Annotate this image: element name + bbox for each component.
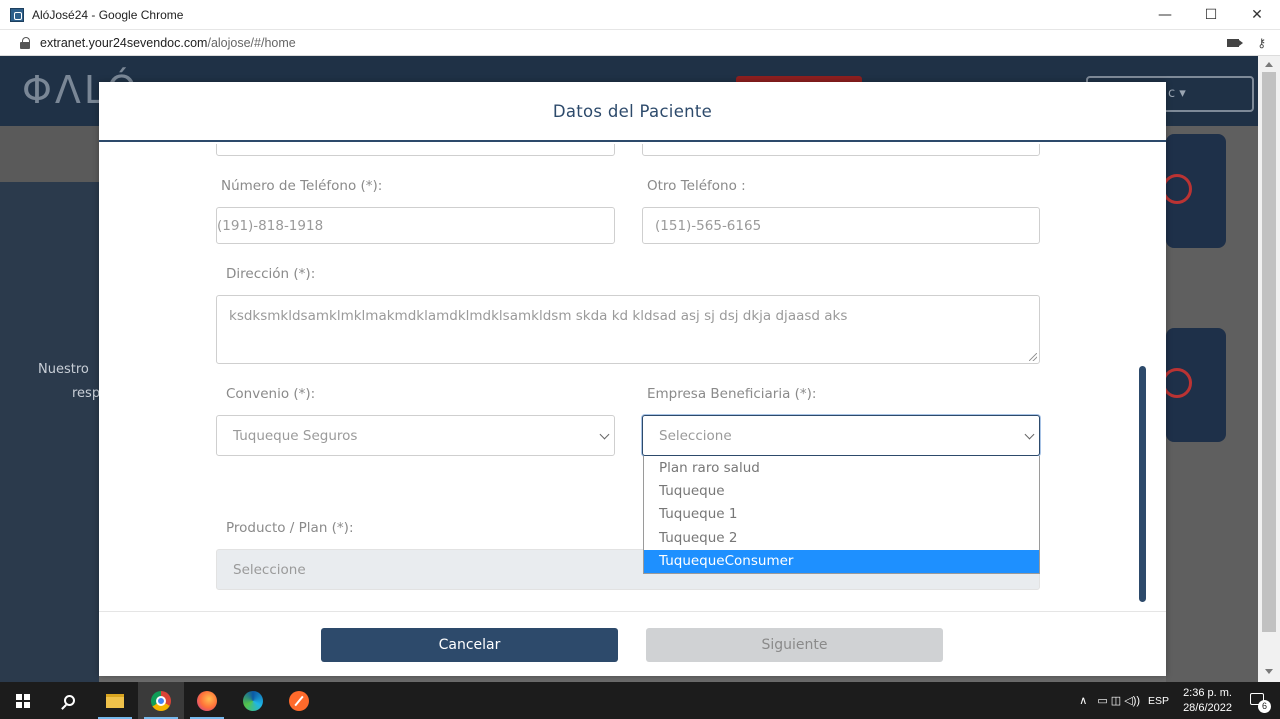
address-bar[interactable]: extranet.your24sevendoc.com/alojose/#/ho… <box>0 30 1280 56</box>
phone-input[interactable]: (191)-818-1918 <box>216 207 615 244</box>
service-ring-icon <box>1162 174 1192 204</box>
resize-grip-icon[interactable] <box>1029 353 1037 361</box>
agreement-select-value: Tuqueque Seguros <box>233 427 358 444</box>
system-tray: ∧ ▭ ◫ ◁)) ESP 2:36 p. m. 28/6/2022 6 <box>1079 682 1280 719</box>
service-card <box>1162 134 1226 248</box>
url-host: extranet.your24sevendoc.com <box>40 35 208 50</box>
url-path: /alojose/#/home <box>207 35 296 50</box>
clock-time: 2:36 p. m. <box>1183 686 1232 699</box>
windows-logo-icon <box>16 693 30 708</box>
taskbar-firefox[interactable] <box>184 682 230 719</box>
taskbar-chrome[interactable] <box>138 682 184 719</box>
app-icon <box>289 690 309 711</box>
url-text[interactable]: extranet.your24sevendoc.com/alojose/#/ho… <box>40 36 296 50</box>
search-icon <box>63 695 75 706</box>
search-button[interactable] <box>46 682 92 719</box>
chevron-down-icon <box>1024 429 1035 439</box>
product-plan-label: Producto / Plan (*): <box>226 520 354 536</box>
chrome-icon <box>151 690 171 711</box>
address-bar-icons: ⚷ <box>1227 30 1266 56</box>
windows-taskbar: ∧ ▭ ◫ ◁)) ESP 2:36 p. m. 28/6/2022 6 <box>0 682 1280 719</box>
clock[interactable]: 2:36 p. m. 28/6/2022 <box>1183 686 1232 716</box>
browser-title-bar: AlóJosé24 - Google Chrome — ☐ ✕ <box>0 0 1280 30</box>
clock-date: 28/6/2022 <box>1183 701 1232 714</box>
window-title: AlóJosé24 - Google Chrome <box>32 7 184 22</box>
close-button[interactable]: ✕ <box>1234 0 1280 30</box>
agreement-select[interactable]: Tuqueque Seguros <box>216 415 615 456</box>
beneficiary-company-select-value: Seleccione <box>659 427 732 444</box>
phone-input-value: (191)-818-1918 <box>217 217 324 234</box>
scroll-up-icon[interactable] <box>1265 62 1273 67</box>
address-textarea[interactable]: ksdksmkldsamklmklmakmdklamdklmdklsamklds… <box>216 295 1040 364</box>
agreement-label: Convenio (*): <box>226 386 316 402</box>
dropdown-option-highlighted[interactable]: TuquequeConsumer <box>644 549 1039 573</box>
minimize-button[interactable]: — <box>1142 0 1188 30</box>
folder-icon <box>106 693 124 708</box>
beneficiary-company-select[interactable]: Seleccione <box>642 415 1040 456</box>
tray-status-icons[interactable]: ▭ ◫ ◁)) <box>1097 694 1140 707</box>
left-hero-panel <box>0 182 99 682</box>
product-plan-select-value: Seleccione <box>233 561 306 578</box>
dropdown-option[interactable]: Tuqueque <box>644 479 1039 502</box>
next-button[interactable]: Siguiente <box>646 628 943 662</box>
notification-count: 6 <box>1258 699 1271 713</box>
previous-field-left[interactable] <box>216 144 615 156</box>
window-controls: — ☐ ✕ <box>1142 0 1280 30</box>
beneficiary-company-label: Empresa Beneficiaria (*): <box>647 386 817 402</box>
app-favicon-icon <box>10 7 24 22</box>
page-scrollbar[interactable] <box>1258 56 1280 682</box>
scrollbar-thumb[interactable] <box>1262 72 1276 632</box>
cancel-button[interactable]: Cancelar <box>321 628 618 662</box>
address-label: Dirección (*): <box>226 266 316 282</box>
beneficiary-company-dropdown: Plan raro salud Tuqueque Tuqueque 1 Tuqu… <box>643 456 1040 574</box>
service-card <box>1162 328 1226 442</box>
lock-icon[interactable] <box>20 36 30 49</box>
patient-data-modal: Datos del Paciente Número de Teléfono (*… <box>99 82 1166 676</box>
firefox-icon <box>197 690 217 711</box>
scroll-down-icon[interactable] <box>1265 669 1273 674</box>
hero-text-line-2: resp <box>72 386 101 401</box>
dropdown-option[interactable]: Plan raro salud <box>644 456 1039 479</box>
key-icon[interactable]: ⚷ <box>1257 36 1266 50</box>
modal-title: Datos del Paciente <box>552 101 713 121</box>
notification-center-button[interactable]: 6 <box>1248 691 1271 713</box>
previous-field-right[interactable] <box>642 144 1040 156</box>
hero-text-line-1: Nuestro <box>38 362 89 377</box>
dropdown-option[interactable]: Tuqueque 2 <box>644 526 1039 549</box>
other-phone-label: Otro Teléfono : <box>647 178 746 194</box>
dropdown-option[interactable]: Tuqueque 1 <box>644 503 1039 526</box>
camera-icon[interactable] <box>1227 39 1244 47</box>
taskbar-app[interactable] <box>276 682 322 719</box>
language-indicator[interactable]: ESP <box>1148 695 1169 707</box>
modal-scrollbar-thumb[interactable] <box>1139 366 1146 602</box>
other-phone-input[interactable]: (151)-565-6165 <box>642 207 1040 244</box>
other-phone-input-value: (151)-565-6165 <box>655 217 762 234</box>
start-button[interactable] <box>0 682 46 719</box>
maximize-button[interactable]: ☐ <box>1188 0 1234 30</box>
service-ring-icon <box>1162 368 1192 398</box>
address-textarea-value: ksdksmkldsamklmklmakmdklamdklmdklsamklds… <box>229 308 848 324</box>
edge-icon <box>243 690 263 711</box>
modal-header: Datos del Paciente <box>99 82 1166 142</box>
taskbar-file-explorer[interactable] <box>92 682 138 719</box>
modal-footer: Cancelar Siguiente <box>99 611 1166 676</box>
phone-label: Número de Teléfono (*): <box>221 178 383 194</box>
tray-chevron-icon[interactable]: ∧ <box>1079 694 1087 707</box>
chevron-down-icon <box>599 429 610 439</box>
taskbar-edge[interactable] <box>230 682 276 719</box>
